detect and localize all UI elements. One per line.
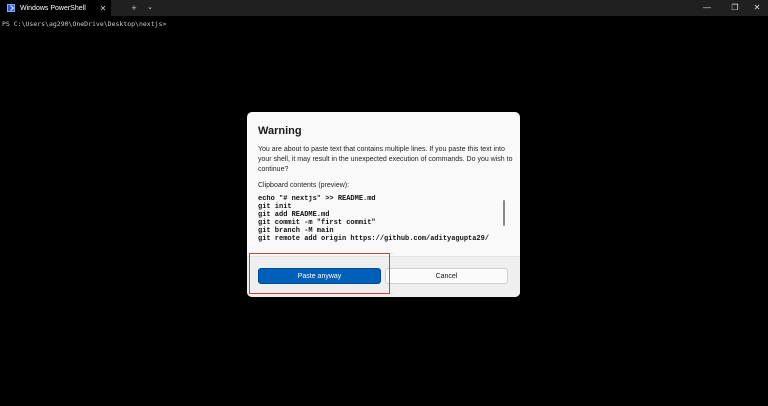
preview-label: Clipboard contents (preview):	[258, 182, 350, 189]
paste-anyway-button[interactable]: Paste anyway	[258, 268, 381, 284]
tab-windows-powershell[interactable]: Windows PowerShell ✕	[0, 0, 111, 16]
dialog-footer: Paste anyway Cancel	[247, 256, 520, 297]
preview-line: git init	[258, 203, 292, 211]
tab-close-icon[interactable]: ✕	[97, 4, 109, 13]
dialog-message: You are about to paste text that contain…	[258, 146, 513, 173]
preview-line: git remote add origin https://github.com…	[258, 235, 490, 243]
maximize-button[interactable]: ❐	[724, 0, 746, 16]
preview-scrollbar[interactable]	[503, 200, 505, 226]
powershell-icon	[7, 4, 15, 12]
dialog-title: Warning	[258, 125, 302, 137]
title-bar: Windows PowerShell ✕ + ⌄ — ❐ ✕	[0, 0, 768, 16]
tab-label: Windows PowerShell	[20, 4, 86, 12]
powershell-window: Windows PowerShell ✕ + ⌄ — ❐ ✕ PS C:\Use…	[0, 0, 768, 406]
clipboard-preview[interactable]: echo "# nextjs" >> README.md git init gi…	[258, 195, 506, 245]
new-tab-button[interactable]: +	[128, 2, 140, 14]
preview-line: git add README.md	[258, 211, 330, 219]
console-prompt: PS C:\Users\ag290\OneDrive\Desktop\nextj…	[2, 20, 167, 28]
preview-line: git branch -M main	[258, 227, 334, 235]
close-button[interactable]: ✕	[746, 0, 768, 16]
paste-warning-dialog: Warning You are about to paste text that…	[247, 112, 520, 297]
preview-line: git commit -m "first commit"	[258, 219, 376, 227]
preview-line: echo "# nextjs" >> README.md	[258, 195, 376, 203]
chevron-down-icon[interactable]: ⌄	[145, 2, 155, 14]
minimize-button[interactable]: —	[696, 0, 718, 16]
cancel-button[interactable]: Cancel	[385, 268, 508, 284]
